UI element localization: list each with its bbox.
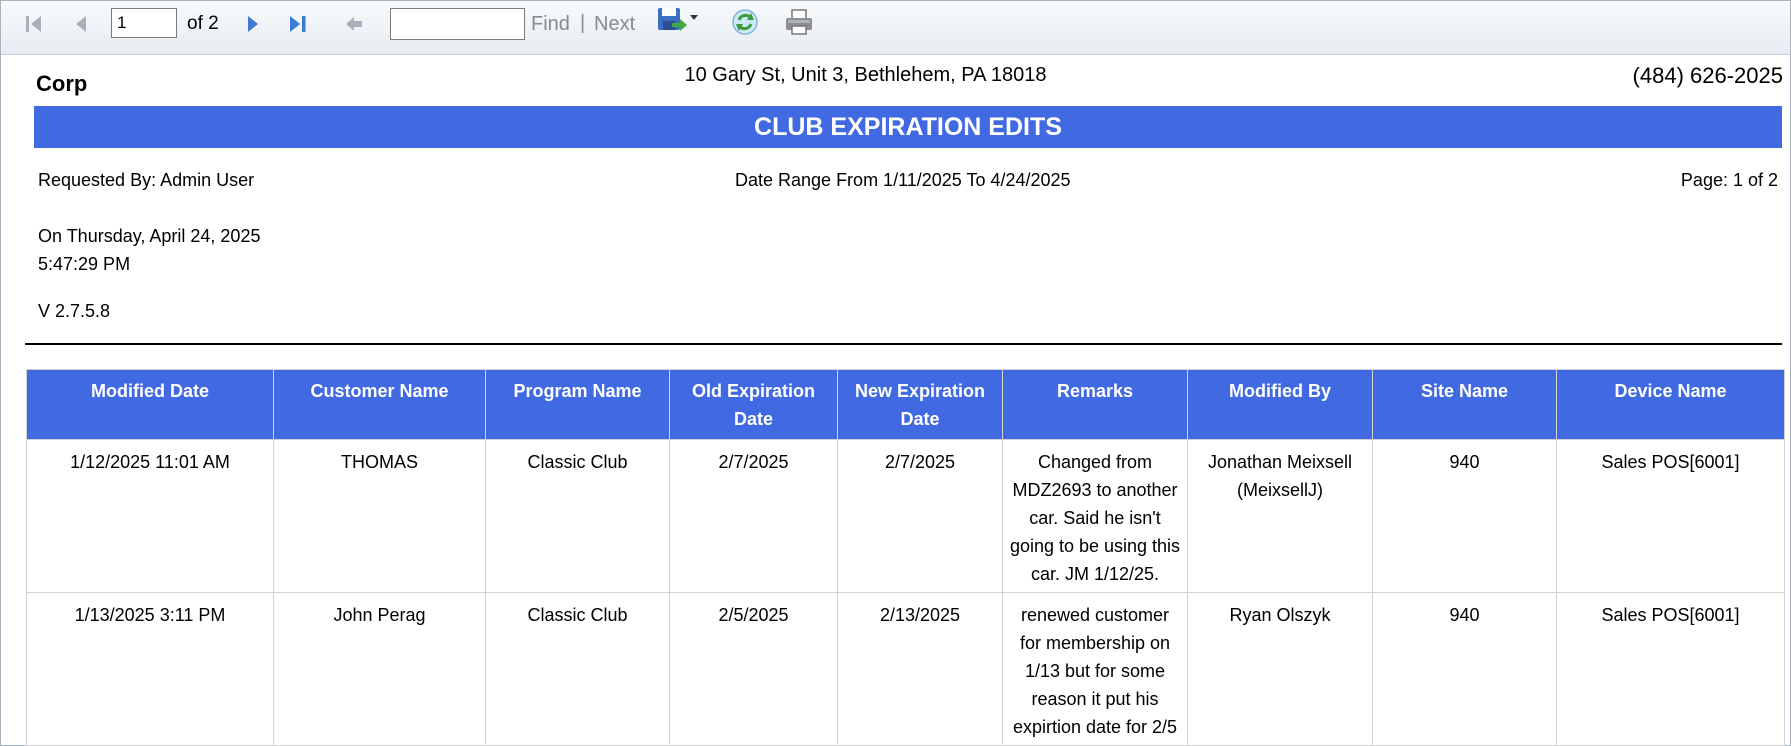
first-page-icon[interactable] (21, 11, 47, 37)
table-cell: 1/13/2025 3:11 PM (26, 592, 274, 746)
back-icon[interactable] (341, 11, 367, 37)
company-phone: (484) 626-2025 (1632, 63, 1783, 88)
table-row: 1/13/2025 3:11 PM John Perag Classic Clu… (26, 592, 1785, 746)
table-cell: Classic Club (485, 592, 670, 746)
table-cell: Jonathan Meixsell (MeixsellJ) (1187, 439, 1373, 593)
table-header-row: Modified Date Customer Name Program Name… (26, 369, 1785, 440)
column-header[interactable]: Modified By (1187, 369, 1373, 440)
run-date: On Thursday, April 24, 2025 (38, 226, 261, 246)
column-header[interactable]: Modified Date (26, 369, 274, 440)
page-count-label: of 2 (187, 13, 219, 34)
find-separator: | (580, 12, 586, 34)
column-header[interactable]: Program Name (485, 369, 670, 440)
report-title: CLUB EXPIRATION EDITS (34, 106, 1782, 148)
table-row: 1/12/2025 11:01 AM THOMAS Classic Club 2… (26, 439, 1785, 593)
table-cell: Classic Club (485, 439, 670, 593)
address-text: 10 Gary St, Unit 3, Bethlehem, PA 18018 (684, 64, 1047, 86)
print-icon[interactable] (783, 9, 815, 35)
table-cell: Changed from MDZ2693 to another car. Sai… (1002, 439, 1188, 593)
report-toolbar: of 2 Find | Next (1, 1, 1790, 55)
table-cell: 2/5/2025 (669, 592, 838, 746)
column-header[interactable]: Old Expiration Date (669, 369, 838, 440)
page-number-input[interactable] (111, 8, 177, 38)
version-label: V 2.7.5.8 (38, 301, 111, 321)
table-cell: 2/13/2025 (837, 592, 1003, 746)
find-text-input[interactable] (390, 8, 525, 40)
requested-by: Requested By: Admin User (38, 170, 255, 190)
refresh-icon[interactable] (729, 9, 761, 35)
date-range: Date Range From 1/11/2025 To 4/24/2025 (735, 170, 1071, 190)
export-save-icon[interactable] (653, 7, 703, 33)
table-cell: 940 (1372, 439, 1557, 593)
find-next-link[interactable]: Next (594, 13, 635, 36)
table-cell: Sales POS[6001] (1556, 439, 1785, 593)
column-header[interactable]: Site Name (1372, 369, 1557, 440)
table-cell: renewed customer for membership on 1/13 … (1002, 592, 1188, 746)
find-link[interactable]: Find (531, 13, 570, 36)
company-address: 10 Gary St, Unit 3, Bethlehem, PA 18018 (0, 64, 1791, 87)
column-header[interactable]: Device Name (1556, 369, 1785, 440)
club-expiration-table: Modified Date Customer Name Program Name… (26, 369, 1785, 746)
header-divider (25, 343, 1782, 345)
table-cell: Sales POS[6001] (1556, 592, 1785, 746)
next-page-icon[interactable] (240, 11, 266, 37)
run-time: 5:47:29 PM (38, 254, 131, 274)
table-cell: THOMAS (273, 439, 486, 593)
table-cell: John Perag (273, 592, 486, 746)
table-cell: Ryan Olszyk (1187, 592, 1373, 746)
previous-page-icon[interactable] (69, 11, 95, 37)
column-header[interactable]: Remarks (1002, 369, 1188, 440)
last-page-icon[interactable] (286, 11, 312, 37)
page-indicator: Page: 1 of 2 (1680, 170, 1778, 190)
table-cell: 940 (1372, 592, 1557, 746)
table-cell: 1/12/2025 11:01 AM (26, 439, 274, 593)
table-cell: 2/7/2025 (669, 439, 838, 593)
column-header[interactable]: New Expiration Date (837, 369, 1003, 440)
column-header[interactable]: Customer Name (273, 369, 486, 440)
table-cell: 2/7/2025 (837, 439, 1003, 593)
